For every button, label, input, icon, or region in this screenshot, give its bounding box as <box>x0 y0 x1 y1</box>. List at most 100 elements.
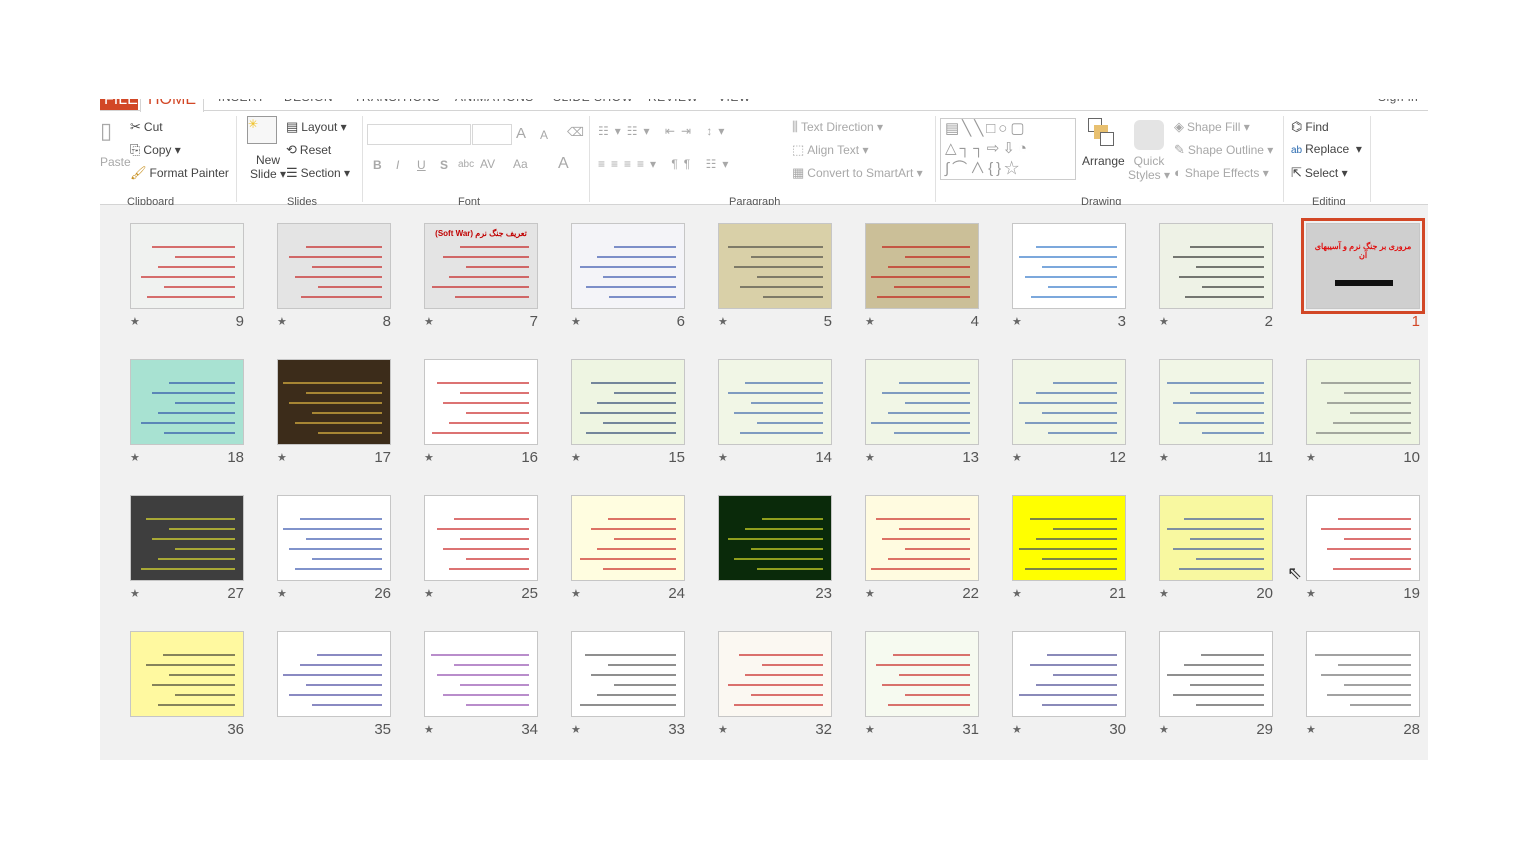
arrange-button[interactable]: Arrange <box>1082 154 1125 168</box>
convert-smartart-button[interactable]: ▦ Convert to SmartArt ▾ <box>792 165 923 181</box>
font-color-button[interactable]: A <box>558 155 569 173</box>
transition-star-icon[interactable]: ★ <box>277 315 287 328</box>
slide-thumbnail[interactable] <box>1159 359 1273 445</box>
transition-star-icon[interactable]: ★ <box>424 451 434 464</box>
transition-star-icon[interactable]: ★ <box>1159 587 1169 600</box>
slide-thumbnail[interactable] <box>1159 495 1273 581</box>
transition-star-icon[interactable]: ★ <box>1012 587 1022 600</box>
transition-star-icon[interactable]: ★ <box>277 451 287 464</box>
shadow-button[interactable]: S <box>440 158 448 172</box>
find-button[interactable]: ⌬ Find <box>1291 119 1329 135</box>
new-slide-icon[interactable]: ✳ <box>247 116 277 144</box>
transition-star-icon[interactable]: ★ <box>277 587 287 600</box>
slide-thumbnail[interactable] <box>865 631 979 717</box>
slide-thumbnail[interactable] <box>571 359 685 445</box>
transition-star-icon[interactable]: ★ <box>1159 315 1169 328</box>
slide-thumbnail[interactable] <box>1012 495 1126 581</box>
transition-star-icon[interactable]: ★ <box>571 451 581 464</box>
transition-star-icon[interactable]: ★ <box>865 587 875 600</box>
slide-thumbnail[interactable] <box>865 495 979 581</box>
paste-button[interactable]: Paste <box>100 155 131 169</box>
alignment-buttons[interactable]: ≡≡≡≡▾ ¶¶ ☷▾ <box>598 157 734 171</box>
slide-thumbnail[interactable] <box>277 495 391 581</box>
change-case-button[interactable]: Aa <box>513 157 528 171</box>
copy-button[interactable]: ⎘ Copy ▾ <box>130 142 181 158</box>
slide-thumbnail[interactable] <box>277 631 391 717</box>
slide-thumbnail[interactable] <box>1306 359 1420 445</box>
slide-thumbnail[interactable] <box>130 631 244 717</box>
transition-star-icon[interactable]: ★ <box>571 587 581 600</box>
transition-star-icon[interactable]: ★ <box>865 451 875 464</box>
select-button[interactable]: ⇱ Select ▾ <box>1291 165 1348 181</box>
clear-formatting-icon[interactable]: ⌫ <box>567 125 584 139</box>
transition-star-icon[interactable]: ★ <box>424 315 434 328</box>
shape-fill-button[interactable]: ◈ Shape Fill ▾ <box>1174 119 1250 135</box>
new-slide-button[interactable]: New Slide ▾ <box>250 153 286 181</box>
transition-star-icon[interactable]: ★ <box>1012 723 1022 736</box>
slide-thumbnail[interactable] <box>865 359 979 445</box>
transition-star-icon[interactable]: ★ <box>130 451 140 464</box>
quick-styles-icon[interactable] <box>1134 120 1164 150</box>
slide-thumbnail[interactable] <box>571 495 685 581</box>
transition-star-icon[interactable]: ★ <box>130 315 140 328</box>
slide-thumbnail[interactable] <box>1012 631 1126 717</box>
bold-button[interactable]: B <box>373 158 382 172</box>
slide-thumbnail[interactable] <box>130 495 244 581</box>
slide-thumbnail[interactable]: مروری بر جنگ نرم و آسیبهای آن <box>1301 218 1425 314</box>
strikethrough-button[interactable]: abc <box>458 159 474 170</box>
slide-thumbnail[interactable] <box>571 631 685 717</box>
format-painter-button[interactable]: 🖌 Format Painter <box>130 165 229 181</box>
align-text-button[interactable]: ⬚ Align Text ▾ <box>792 142 868 158</box>
italic-button[interactable]: I <box>396 158 399 172</box>
transition-star-icon[interactable]: ★ <box>1306 451 1316 464</box>
reset-button[interactable]: ⟲ Reset <box>286 142 331 158</box>
font-size-dropdown[interactable] <box>472 124 512 145</box>
shape-outline-button[interactable]: ✎ Shape Outline ▾ <box>1174 142 1273 158</box>
transition-star-icon[interactable]: ★ <box>1159 723 1169 736</box>
cut-button[interactable]: ✂ Cut <box>130 119 163 135</box>
shapes-gallery[interactable]: ▤╲╲□○▢ △┐┐⇨⇩◔ ∫⌒∧{}☆ <box>940 118 1076 180</box>
transition-star-icon[interactable]: ★ <box>1306 587 1316 600</box>
character-spacing-button[interactable]: AV <box>480 157 495 171</box>
slide-thumbnail[interactable] <box>1306 631 1420 717</box>
slide-thumbnail[interactable] <box>718 359 832 445</box>
paste-icon[interactable]: ▯ <box>100 118 112 144</box>
slide-thumbnail[interactable] <box>1159 631 1273 717</box>
list-buttons[interactable]: ☷▾☷▾ ⇤⇥ ↕▾ <box>598 124 730 138</box>
replace-button[interactable]: ab Replace ▾ <box>1291 142 1362 156</box>
slide-thumbnail[interactable] <box>424 359 538 445</box>
slide-thumbnail[interactable] <box>718 631 832 717</box>
transition-star-icon[interactable]: ★ <box>424 723 434 736</box>
shrink-font-button[interactable]: A <box>540 128 548 142</box>
slide-thumbnail[interactable] <box>718 223 832 309</box>
slide-thumbnail[interactable] <box>424 631 538 717</box>
underline-button[interactable]: U <box>417 158 426 172</box>
slide-thumbnail[interactable] <box>1306 495 1420 581</box>
slide-thumbnail[interactable] <box>718 495 832 581</box>
section-button[interactable]: ☰ Section ▾ <box>286 165 350 181</box>
transition-star-icon[interactable]: ★ <box>718 451 728 464</box>
slide-thumbnail[interactable] <box>1159 223 1273 309</box>
slide-thumbnail[interactable] <box>571 223 685 309</box>
slide-thumbnail[interactable]: تعریف جنگ نرم (Soft War) <box>424 223 538 309</box>
slide-thumbnail[interactable] <box>865 223 979 309</box>
text-direction-button[interactable]: ⫼ Text Direction ▾ <box>792 119 883 135</box>
arrange-icon[interactable] <box>1088 118 1118 148</box>
transition-star-icon[interactable]: ★ <box>571 723 581 736</box>
transition-star-icon[interactable]: ★ <box>1012 451 1022 464</box>
transition-star-icon[interactable]: ★ <box>1306 723 1316 736</box>
transition-star-icon[interactable]: ★ <box>1012 315 1022 328</box>
transition-star-icon[interactable]: ★ <box>130 587 140 600</box>
slide-thumbnail[interactable] <box>424 495 538 581</box>
slide-thumbnail[interactable] <box>277 359 391 445</box>
transition-star-icon[interactable]: ★ <box>865 315 875 328</box>
font-name-dropdown[interactable] <box>367 124 471 145</box>
slide-thumbnail[interactable] <box>277 223 391 309</box>
slide-thumbnail[interactable] <box>1012 359 1126 445</box>
slide-thumbnail[interactable] <box>1012 223 1126 309</box>
transition-star-icon[interactable]: ★ <box>865 723 875 736</box>
grow-font-button[interactable]: A <box>516 125 526 142</box>
transition-star-icon[interactable]: ★ <box>718 315 728 328</box>
slide-thumbnail[interactable] <box>130 223 244 309</box>
quick-styles-button[interactable]: Quick Styles ▾ <box>1128 154 1170 182</box>
